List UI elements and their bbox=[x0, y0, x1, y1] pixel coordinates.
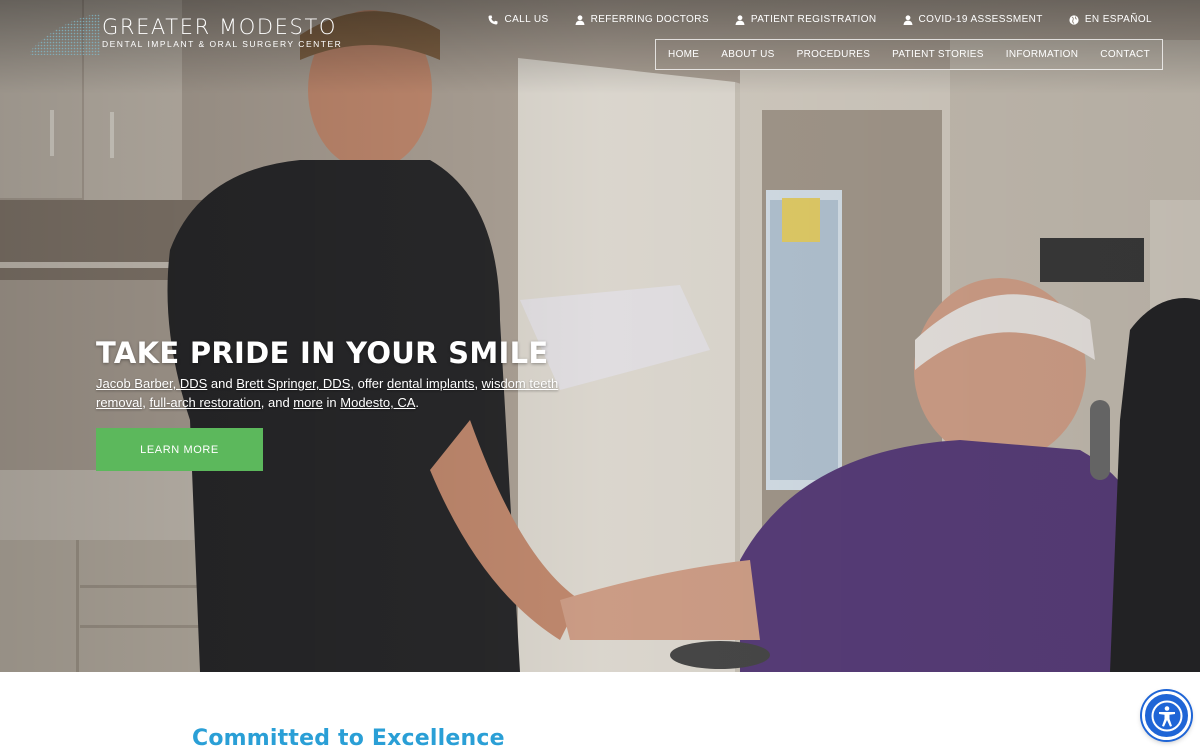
logo-title: GREATER MODESTO bbox=[102, 15, 338, 39]
nav-patient-stories[interactable]: PATIENT STORIES bbox=[881, 49, 995, 60]
patient-registration-label: PATIENT REGISTRATION bbox=[750, 14, 877, 25]
nav-home[interactable]: HOME bbox=[657, 49, 710, 60]
intro-text: and bbox=[207, 376, 237, 391]
learn-more-button[interactable]: LEARN MORE bbox=[96, 428, 263, 471]
person-icon bbox=[735, 14, 745, 25]
dotted-globe-logo-icon bbox=[30, 13, 100, 55]
covid-assessment-link[interactable]: COVID-19 ASSESSMENT bbox=[903, 14, 1043, 25]
covid-assessment-label: COVID-19 ASSESSMENT bbox=[918, 14, 1043, 25]
main-nav: HOME ABOUT US PROCEDURES PATIENT STORIES… bbox=[655, 39, 1163, 70]
doctor-barber-link[interactable]: Jacob Barber, DDS bbox=[96, 376, 207, 391]
accessibility-icon bbox=[1151, 700, 1182, 731]
intro-text: . bbox=[415, 395, 420, 410]
nav-information[interactable]: INFORMATION bbox=[995, 49, 1090, 60]
nav-contact[interactable]: CONTACT bbox=[1089, 49, 1161, 60]
hero-headline: TAKE PRIDE IN YOUR SMILE bbox=[96, 336, 549, 370]
intro-text: , and bbox=[260, 395, 294, 410]
nav-about-us[interactable]: ABOUT US bbox=[710, 49, 785, 60]
intro-text: in bbox=[322, 395, 341, 410]
call-us-link[interactable]: CALL US bbox=[488, 14, 548, 25]
phone-icon bbox=[488, 15, 498, 24]
intro-text: , offer bbox=[350, 376, 387, 391]
full-arch-link[interactable]: full-arch restoration bbox=[149, 395, 260, 410]
nav-procedures[interactable]: PROCEDURES bbox=[786, 49, 882, 60]
globe-icon bbox=[1069, 14, 1079, 25]
en-espanol-link[interactable]: EN ESPAÑOL bbox=[1069, 14, 1152, 25]
site-logo[interactable]: GREATER MODESTO DENTAL IMPLANT & ORAL SU… bbox=[28, 10, 342, 56]
logo-subtitle: DENTAL IMPLANT & ORAL SURGERY CENTER bbox=[102, 39, 343, 49]
person-icon bbox=[903, 14, 913, 25]
en-espanol-label: EN ESPAÑOL bbox=[1084, 14, 1152, 25]
intro-text: , bbox=[474, 376, 482, 391]
referring-doctors-link[interactable]: REFERRING DOCTORS bbox=[575, 14, 709, 25]
doctor-springer-link[interactable]: Brett Springer, DDS bbox=[236, 376, 350, 391]
hero-intro: Jacob Barber, DDS and Brett Springer, DD… bbox=[96, 374, 596, 412]
person-icon bbox=[575, 14, 585, 25]
dental-implants-link[interactable]: dental implants bbox=[387, 376, 474, 391]
accessibility-button[interactable] bbox=[1142, 691, 1191, 740]
section-title: Committed to Excellence bbox=[192, 726, 505, 750]
more-procedures-link[interactable]: more bbox=[293, 395, 323, 410]
hero-copy: TAKE PRIDE IN YOUR SMILE Jacob Barber, D… bbox=[96, 336, 616, 412]
referring-doctors-label: REFERRING DOCTORS bbox=[590, 14, 709, 25]
call-us-label: CALL US bbox=[504, 14, 549, 25]
patient-registration-link[interactable]: PATIENT REGISTRATION bbox=[735, 14, 877, 25]
utility-nav: CALL US REFERRING DOCTORS PATIENT REGIST… bbox=[488, 14, 1152, 25]
location-link[interactable]: Modesto, CA bbox=[340, 395, 415, 410]
